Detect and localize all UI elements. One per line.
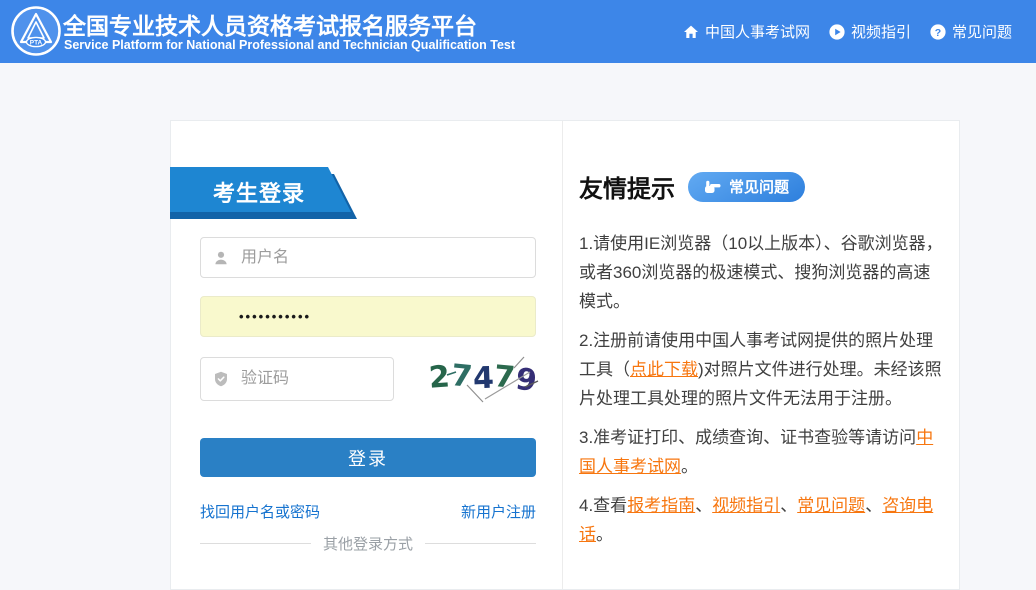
tip-text: 、 <box>780 496 797 515</box>
home-icon <box>683 24 699 40</box>
other-login-divider: 其他登录方式 <box>200 533 536 554</box>
cpta-logo-icon: PTA <box>10 5 62 57</box>
question-icon: ? <box>930 24 946 40</box>
tip-item: 3.准考证打印、成绩查询、证书查验等请访问中国人事考试网。 <box>579 423 945 481</box>
tips-title: 友情提示 <box>579 169 675 204</box>
faq-pill-label: 常见问题 <box>729 176 789 197</box>
site-title: 全国专业技术人员资格考试报名服务平台 <box>63 7 477 41</box>
shield-icon <box>213 371 229 387</box>
other-login-label: 其他登录方式 <box>323 533 413 554</box>
login-panel: 考生登录 27479 <box>171 121 563 589</box>
tip-text: 。 <box>596 525 613 544</box>
tip-link[interactable]: 常见问题 <box>797 496 865 515</box>
login-panel-header: 考生登录 <box>170 167 370 221</box>
tip-text: 。 <box>681 457 698 476</box>
captcha-field-wrap <box>200 357 394 401</box>
tip-item: 4.查看报考指南、视频指引、常见问题、咨询电话。 <box>579 491 945 549</box>
register-link[interactable]: 新用户注册 <box>461 501 536 522</box>
nav-label: 中国人事考试网 <box>705 21 810 42</box>
tips-panel: 友情提示 常见问题 1.请使用IE浏览器（10以上版本）、谷歌浏览器，或者360… <box>564 121 960 589</box>
svg-text:?: ? <box>935 27 941 39</box>
user-icon <box>213 250 229 266</box>
tip-item: 1.请使用IE浏览器（10以上版本）、谷歌浏览器，或者360浏览器的极速模式、搜… <box>579 229 945 316</box>
tips-title-row: 友情提示 常见问题 <box>579 169 805 204</box>
password-input[interactable] <box>237 308 523 325</box>
top-header: PTA 全国专业技术人员资格考试报名服务平台 Service Platform … <box>0 0 1036 63</box>
username-field-wrap <box>200 237 536 278</box>
main-content-card: 考生登录 27479 <box>170 120 960 590</box>
video-icon <box>829 24 845 40</box>
tip-link[interactable]: 视频指引 <box>712 496 780 515</box>
header-nav: 中国人事考试网 视频指引 ? 常见问题 <box>683 0 1012 63</box>
faq-pill-button[interactable]: 常见问题 <box>688 172 805 202</box>
tips-list: 1.请使用IE浏览器（10以上版本）、谷歌浏览器，或者360浏览器的极速模式、搜… <box>579 229 945 559</box>
forgot-credentials-link[interactable]: 找回用户名或密码 <box>200 501 320 522</box>
nav-cpta-site[interactable]: 中国人事考试网 <box>683 21 810 42</box>
nav-label: 常见问题 <box>952 21 1012 42</box>
login-button[interactable]: 登录 <box>200 438 536 477</box>
tip-link[interactable]: 点此下载 <box>630 360 698 379</box>
pointing-hand-icon <box>704 180 721 194</box>
captcha-noise-lines <box>427 352 539 404</box>
captcha-input[interactable] <box>239 369 381 389</box>
nav-faq[interactable]: ? 常见问题 <box>930 21 1012 42</box>
tip-text: 、 <box>695 496 712 515</box>
password-field-wrap <box>200 296 536 337</box>
site-subtitle: Service Platform for National Profession… <box>64 38 515 52</box>
tip-link[interactable]: 报考指南 <box>627 496 695 515</box>
tip-text: 1.请使用IE浏览器（10以上版本）、谷歌浏览器，或者360浏览器的极速模式、搜… <box>579 234 943 311</box>
username-input[interactable] <box>239 248 523 268</box>
tip-text: 4.查看 <box>579 496 627 515</box>
nav-video-guide[interactable]: 视频指引 <box>829 21 911 42</box>
tip-text: 3.准考证打印、成绩查询、证书查验等请访问 <box>579 428 916 447</box>
tip-text: 、 <box>865 496 882 515</box>
tip-item: 2.注册前请使用中国人事考试网提供的照片处理工具（点此下载)对照片文件进行处理。… <box>579 326 945 413</box>
captcha-image[interactable]: 27479 <box>427 352 539 404</box>
login-panel-title: 考生登录 <box>213 176 305 208</box>
svg-text:PTA: PTA <box>30 40 43 47</box>
login-links-row: 找回用户名或密码 新用户注册 <box>200 501 536 522</box>
nav-label: 视频指引 <box>851 21 911 42</box>
